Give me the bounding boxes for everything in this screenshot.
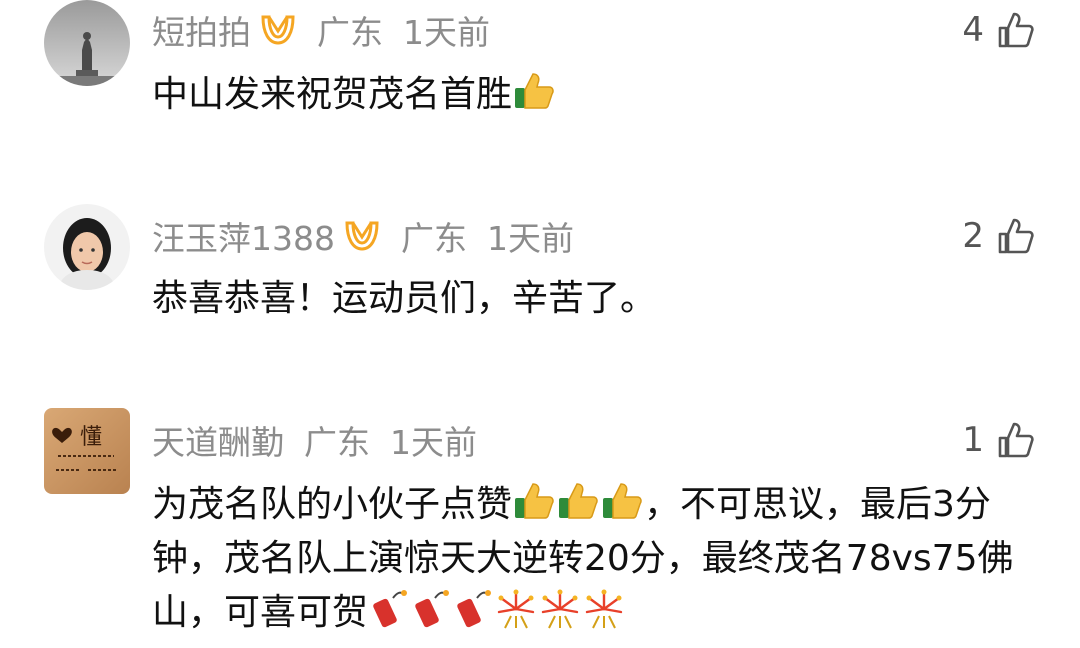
comment-header: 短拍拍 广东 1天前 [152,10,490,52]
comment-body-part1: 为茂名队的小伙子点赞 [152,484,513,525]
comment-body: 中山发来祝贺茂名首胜 [152,74,513,115]
fireworks-icon [585,589,623,629]
like-button[interactable]: 1 [962,418,1036,462]
username[interactable]: 汪玉萍1388 [152,212,335,260]
username[interactable]: 短拍拍 [152,6,251,54]
avatar[interactable]: 懂 [44,408,130,494]
region: 广东 [317,13,383,52]
timestamp: 1天前 [390,423,477,462]
vip-badge-icon [261,15,295,45]
firecracker-icon [457,590,492,628]
like-count: 4 [962,10,984,50]
timestamp: 1天前 [486,219,574,258]
username[interactable]: 天道酬勤 [152,416,284,464]
fireworks-icon [497,589,535,629]
comment-header: 汪玉萍1388 广东 1天前 [152,216,574,258]
like-button[interactable]: 4 [962,8,1036,52]
thumbs-up-icon [998,218,1034,254]
thumbs-up-emoji-icon [603,483,642,519]
comment-text: 恭喜恭喜！运动员们，辛苦了。 [152,272,1042,326]
like-count: 2 [962,216,984,256]
comment-text: 中山发来祝贺茂名首胜 [152,68,1042,122]
woman-portrait-icon [44,204,130,290]
thumbs-up-emoji-icon [515,73,554,109]
thumbs-up-icon [998,422,1034,458]
fireworks-icon [541,589,579,629]
thumbs-up-emoji-icon [559,483,598,519]
comment-text: 为茂名队的小伙子点赞 ，不可思议，最后3分钟，茂名队上演惊天大逆转20分，最终茂… [152,478,1042,640]
like-button[interactable]: 2 [962,214,1036,258]
like-count: 1 [962,420,984,460]
thumbs-up-icon [998,12,1034,48]
wood-carving-icon: 懂 [44,408,130,494]
timestamp: 1天前 [403,13,490,52]
vip-badge-icon [345,221,379,251]
avatar-carving-text: 懂 [80,425,102,450]
region: 广东 [304,423,370,462]
avatar[interactable] [44,0,130,86]
comment-header: 天道酬勤 广东 1天前 [152,420,477,462]
avatar[interactable] [44,204,130,290]
region: 广东 [400,219,467,258]
statue-silhouette-icon [44,0,130,86]
comment-body: 恭喜恭喜！运动员们，辛苦了。 [152,278,657,319]
firecracker-icon [373,590,408,628]
firecracker-icon [415,590,450,628]
thumbs-up-emoji-icon [515,483,554,519]
